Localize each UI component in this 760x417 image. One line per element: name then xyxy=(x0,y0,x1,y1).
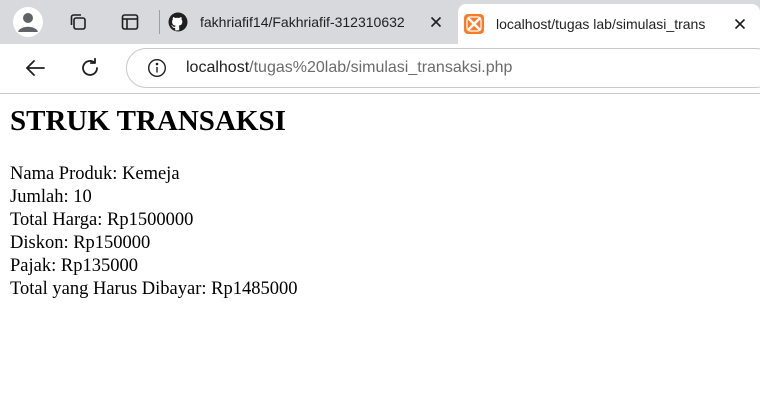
page-content: STRUK TRANSAKSI Nama Produk: Kemeja Juml… xyxy=(0,94,760,417)
tab-actions-icon xyxy=(121,14,139,30)
tab-github[interactable]: fakhriafif14/Fakhriafif-312310632 xyxy=(162,4,456,40)
reload-button[interactable] xyxy=(74,52,106,84)
url-host: localhost xyxy=(186,59,250,76)
discount-line: Diskon: Rp150000 xyxy=(10,233,151,253)
address-bar[interactable]: localhost/tugas%20lab/simulasi_transaksi… xyxy=(126,48,760,88)
url-path: /tugas%20lab/simulasi_transaksi.php xyxy=(249,59,513,76)
tab-simulasi-transaksi[interactable]: localhost/tugas lab/simulasi_trans xyxy=(458,4,760,44)
profile-icon xyxy=(13,7,43,37)
workspaces-icon xyxy=(70,14,86,30)
receipt-details: Nama Produk: Kemeja Jumlah: 10 Total Har… xyxy=(10,163,297,301)
close-tab-button[interactable] xyxy=(424,10,448,34)
reload-icon xyxy=(82,57,98,76)
back-arrow-icon xyxy=(26,60,45,76)
workspaces-button[interactable] xyxy=(62,6,94,38)
close-icon xyxy=(734,18,746,30)
page-title: STRUK TRANSAKSI xyxy=(10,105,286,137)
tab-title: fakhriafif14/Fakhriafif-312310632 xyxy=(200,14,405,30)
browser-toolbar: localhost/tugas%20lab/simulasi_transaksi… xyxy=(0,44,760,94)
url-text: localhost/tugas%20lab/simulasi_transaksi… xyxy=(186,59,512,77)
tab-actions-button[interactable] xyxy=(114,6,146,38)
tab-strip: fakhriafif14/Fakhriafif-312310632 localh… xyxy=(0,0,760,44)
tax-line: Pajak: Rp135000 xyxy=(10,256,138,276)
total-price-line: Total Harga: Rp1500000 xyxy=(10,210,194,230)
tab-title: localhost/tugas lab/simulasi_trans xyxy=(496,16,706,32)
back-button[interactable] xyxy=(19,52,51,84)
github-icon xyxy=(168,12,188,32)
product-name-line: Nama Produk: Kemeja xyxy=(10,164,180,184)
profile-button[interactable] xyxy=(12,6,44,38)
close-icon xyxy=(430,16,442,28)
tab-divider xyxy=(159,10,160,34)
close-tab-button[interactable] xyxy=(728,12,752,36)
amount-due-line: Total yang Harus Dibayar: Rp1485000 xyxy=(10,279,298,299)
site-info-icon[interactable] xyxy=(147,58,167,78)
quantity-line: Jumlah: 10 xyxy=(10,187,92,207)
xampp-icon xyxy=(464,14,484,34)
